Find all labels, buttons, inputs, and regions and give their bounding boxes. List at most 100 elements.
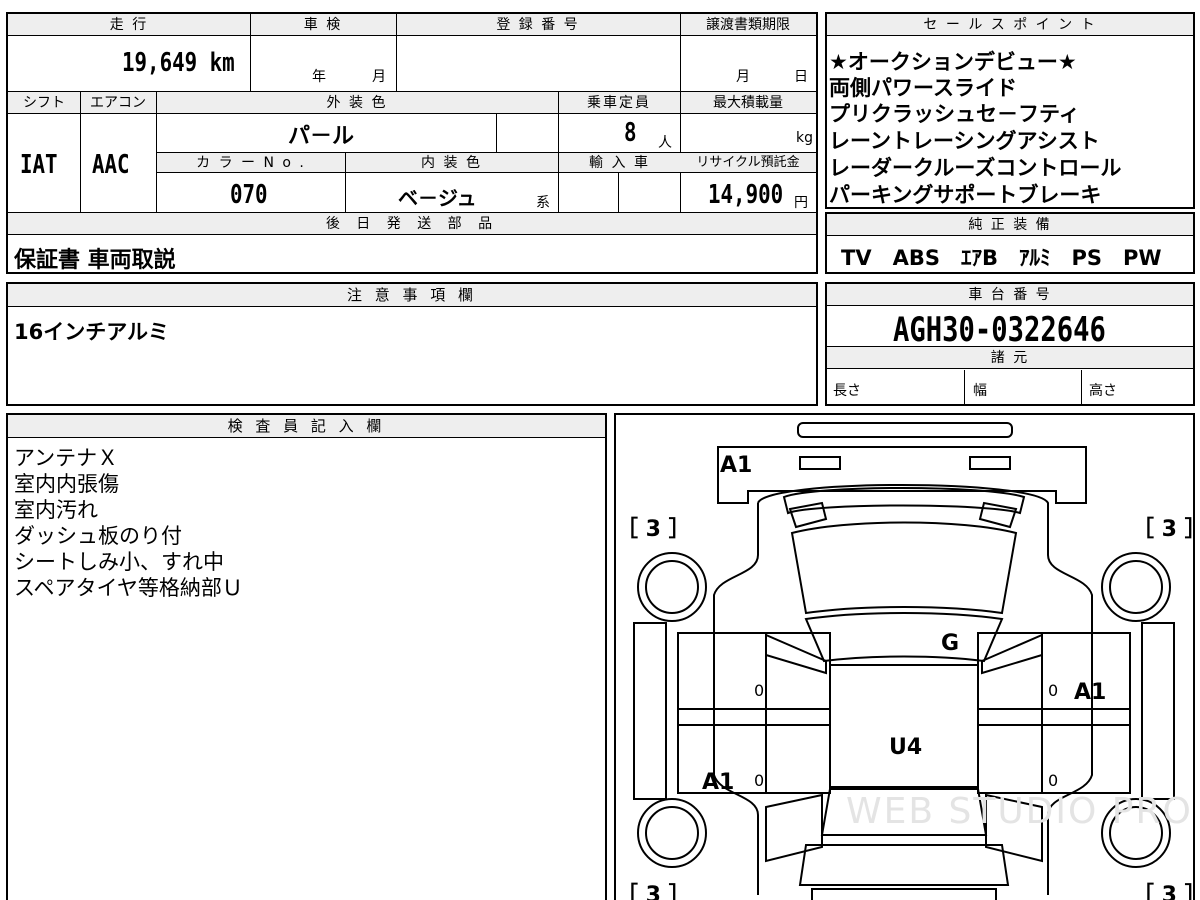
inspection-year: 年 (312, 69, 326, 85)
aircon-header: エアコン (80, 92, 156, 114)
sales-points-panel: セ ー ル ス ポ イ ン ト ★オークションデビュー★ 両側パワースライド プ… (825, 12, 1195, 209)
tire-mark-front-left: ［ 3 ］ (616, 517, 691, 542)
later-parts-value: 保証書 車両取説 (14, 248, 176, 273)
capacity-value: 8 (624, 118, 637, 148)
sales-point-item: パーキングサポートブレーキ (829, 183, 1102, 207)
inspector-panel: 検 査 員 記 入 欄 アンテナＸ 室内内張傷 室内汚れ ダッシュ板のり付 シー… (6, 413, 607, 900)
watermark: WEB STUDIO PRO (846, 791, 1193, 832)
rear-quarter-left (765, 793, 823, 863)
transfer-day: 日 (794, 69, 808, 85)
capacity-unit: 人 (658, 135, 672, 151)
left-sill (677, 708, 831, 726)
chassis-header: 車 台 番 号 (827, 284, 1193, 306)
inspector-item: 室内内張傷 (14, 472, 119, 496)
sales-points-header: セ ー ル ス ポ イ ン ト (827, 14, 1193, 36)
inspector-item: 室内汚れ (14, 498, 98, 522)
mileage-value: 19,649 km (122, 48, 235, 78)
inspection-month: 月 (372, 69, 386, 85)
body-outline (713, 484, 1093, 895)
roof (829, 664, 979, 788)
tire-mark-front-right: ［ 3 ］ (1132, 517, 1200, 542)
wheel-rear-left (637, 798, 707, 868)
notes-panel: 注 意 事 項 欄 16インチアルミ (6, 282, 818, 406)
inspector-item: アンテナＸ (14, 446, 119, 470)
pillar-left (765, 633, 827, 675)
chassis-value: AGH30-0322646 (893, 310, 1106, 350)
registration-header: 登 録 番 号 (396, 14, 680, 36)
vehicle-info-panel: 走 行 車 検 登 録 番 号 譲渡書類期限 19,649 km 年 月 月 日… (6, 12, 818, 274)
sales-point-item: ★オークションデビュー★ (829, 50, 1077, 74)
spec-height: 高さ (1089, 383, 1117, 399)
aircon-value: AAC (92, 150, 130, 180)
max-load-unit: kg (796, 130, 813, 146)
inspector-item: ダッシュ板のり付 (14, 524, 182, 548)
interior-color-value: ベ－ジュ (398, 186, 477, 210)
windshield (804, 612, 1004, 663)
sales-point-item: レーダークルーズコントロール (829, 156, 1122, 180)
later-parts-header: 後 日 発 送 部 品 (8, 213, 816, 235)
interior-color-suffix: 系 (536, 195, 550, 211)
specs-header: 諸 元 (827, 347, 1193, 369)
door-zero: 0 (1048, 771, 1059, 790)
rear-bumper-strip (811, 888, 997, 900)
mark-roof: U4 (889, 735, 923, 760)
pillar-right (981, 633, 1043, 675)
rear-gate (798, 844, 1010, 886)
exterior-color-header: 外 装 色 (156, 92, 558, 114)
shift-value: IAT (20, 150, 58, 180)
sales-point-item: プリクラッシュセ－フティ (829, 102, 1080, 126)
exterior-color-value: パ－ル (288, 124, 355, 149)
inspector-item: シートしみ小、すれ中 (14, 550, 224, 574)
genuine-equipment-value: TV ABS ｴｱB ｱﾙﾐ PS PW (841, 246, 1162, 270)
right-sill (977, 708, 1131, 726)
inspector-item: スペアタイヤ等格納部Ｕ (14, 576, 243, 600)
mark-hood: G (941, 631, 960, 656)
notes-header: 注 意 事 項 欄 (8, 284, 816, 307)
right-side-strip (1141, 622, 1175, 800)
genuine-equipment-header: 純 正 装 備 (827, 214, 1193, 236)
mark-front-bumper: A1 (720, 453, 753, 478)
color-no-header: カ ラ ー N o . (157, 153, 345, 173)
left-side-strip (633, 622, 667, 800)
door-zero: 0 (754, 681, 765, 700)
recycle-fee-value: 14,900 (708, 180, 784, 210)
capacity-header: 乗車定員 (558, 92, 680, 114)
mileage-header: 走 行 (8, 14, 250, 36)
mark-right-rear-door: A1 (1074, 680, 1107, 705)
wheel-front-right (1101, 552, 1171, 622)
genuine-equipment-panel: 純 正 装 備 TV ABS ｴｱB ｱﾙﾐ PS PW (825, 212, 1195, 274)
mark-left-rear-door: A1 (702, 770, 735, 795)
chassis-panel: 車 台 番 号 AGH30-0322646 諸 元 長さ 幅 高さ (825, 282, 1195, 406)
notes-value: 16インチアルミ (14, 320, 170, 344)
door-zero: 0 (1048, 681, 1059, 700)
sales-point-item: 両側パワースライド (829, 76, 1017, 100)
grille-right (978, 501, 1018, 529)
shift-header: シフト (8, 92, 80, 114)
inspection-header: 車 検 (250, 14, 396, 36)
color-no-value: 070 (230, 180, 268, 210)
car-diagram-panel: A1 G U4 A1 A1 0 0 0 0 ［ 3 ］ ［ 3 ］ ［ 3 ］ … (614, 413, 1200, 900)
wheel-rear-left-inner (645, 806, 699, 860)
inspector-header: 検 査 員 記 入 欄 (8, 415, 605, 438)
recycle-fee-unit: 円 (794, 195, 808, 211)
wheel-front-left-inner (645, 560, 699, 614)
import-header: 輸 入 車 (559, 153, 680, 173)
recycle-fee-header: リサイクル預託金 (680, 153, 816, 173)
wheel-front-right-inner (1109, 560, 1163, 614)
grille-left (788, 501, 828, 529)
max-load-header: 最大積載量 (680, 92, 816, 114)
hood-panel (790, 521, 1018, 615)
tire-mark-rear-left: ［ 3 ］ (616, 883, 691, 900)
front-top-strip (797, 422, 1013, 438)
tire-mark-rear-right: ［ 3 ］ (1132, 883, 1200, 900)
door-zero: 0 (754, 771, 765, 790)
interior-color-header: 内 装 色 (345, 153, 558, 173)
sales-point-item: レーントレーシングアシスト (829, 129, 1100, 153)
transfer-month: 月 (736, 69, 750, 85)
transfer-deadline-header: 譲渡書類期限 (680, 14, 816, 36)
front-light-right (969, 456, 1011, 470)
spec-width: 幅 (973, 383, 987, 399)
wheel-front-left (637, 552, 707, 622)
spec-length: 長さ (833, 383, 861, 399)
front-light-left (799, 456, 841, 470)
